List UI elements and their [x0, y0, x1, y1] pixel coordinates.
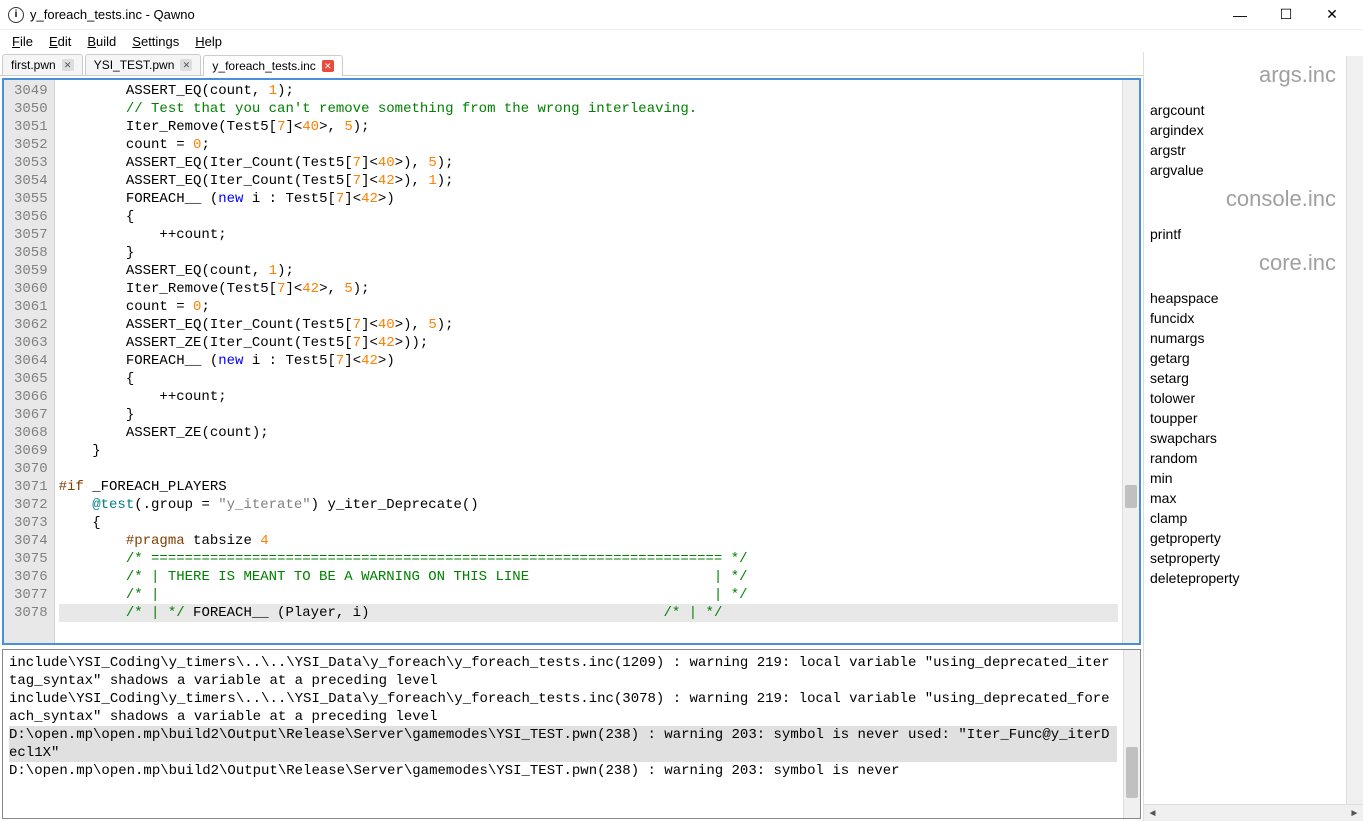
tab-close-icon[interactable]: ✕ [180, 59, 192, 71]
code-line[interactable] [59, 460, 1118, 478]
code-line[interactable]: ASSERT_EQ(Iter_Count(Test5[7]<40>), 5); [59, 316, 1118, 334]
sidebar-symbol[interactable]: max [1150, 488, 1346, 508]
menu-build[interactable]: Build [79, 32, 124, 51]
code-line[interactable]: ++count; [59, 226, 1118, 244]
menu-help[interactable]: Help [187, 32, 230, 51]
sidebar-symbol[interactable]: argstr [1150, 140, 1346, 160]
code-line[interactable]: ASSERT_EQ(Iter_Count(Test5[7]<42>), 1); [59, 172, 1118, 190]
code-line[interactable]: FOREACH__ (new i : Test5[7]<42>) [59, 352, 1118, 370]
code-line[interactable]: #pragma tabsize 4 [59, 532, 1118, 550]
line-number-gutter: 3049305030513052305330543055305630573058… [4, 80, 55, 643]
scroll-left-icon[interactable]: ◄ [1144, 805, 1161, 822]
code-line[interactable]: { [59, 208, 1118, 226]
tab[interactable]: YSI_TEST.pwn ✕ [85, 54, 202, 75]
code-line[interactable]: /* | */ FOREACH__ (Player, i) /* | */ [59, 604, 1118, 622]
titlebar: i y_foreach_tests.inc - Qawno ― ☐ ✕ [0, 0, 1363, 30]
sidebar-symbol[interactable]: min [1150, 468, 1346, 488]
app-icon: i [8, 7, 24, 23]
window-title: y_foreach_tests.inc - Qawno [30, 7, 195, 22]
code-line[interactable]: ASSERT_EQ(count, 1); [59, 82, 1118, 100]
editor-vscrollbar[interactable] [1122, 80, 1139, 643]
code-line[interactable]: ASSERT_EQ(Iter_Count(Test5[7]<40>), 5); [59, 154, 1118, 172]
code-line[interactable]: count = 0; [59, 136, 1118, 154]
sidebar-symbol[interactable]: clamp [1150, 508, 1346, 528]
code-line[interactable]: ASSERT_EQ(count, 1); [59, 262, 1118, 280]
output-line[interactable]: D:\open.mp\open.mp\build2\Output\Release… [9, 762, 1117, 780]
code-editor[interactable]: 3049305030513052305330543055305630573058… [2, 78, 1141, 645]
menu-settings[interactable]: Settings [124, 32, 187, 51]
sidebar-symbol[interactable]: argvalue [1150, 160, 1346, 180]
output-line[interactable]: D:\open.mp\open.mp\build2\Output\Release… [9, 726, 1117, 762]
sidebar-symbol[interactable]: random [1150, 448, 1346, 468]
tab-close-icon[interactable]: ✕ [322, 60, 334, 72]
sidebar-symbol[interactable]: numargs [1150, 328, 1346, 348]
code-line[interactable]: ++count; [59, 388, 1118, 406]
code-line[interactable]: Iter_Remove(Test5[7]<42>, 5); [59, 280, 1118, 298]
output-text[interactable]: include\YSI_Coding\y_timers\..\..\YSI_Da… [3, 650, 1123, 818]
tab-label: YSI_TEST.pwn [94, 58, 175, 72]
code-line[interactable]: // Test that you can't remove something … [59, 100, 1118, 118]
sidebar-symbol[interactable]: setarg [1150, 368, 1346, 388]
code-line[interactable]: { [59, 370, 1118, 388]
sidebar-symbol[interactable]: argindex [1150, 120, 1346, 140]
code-line[interactable]: #if _FOREACH_PLAYERS [59, 478, 1118, 496]
code-line[interactable]: } [59, 406, 1118, 424]
sidebar-hscrollbar[interactable]: ◄ ► [1144, 804, 1363, 821]
sidebar-symbol[interactable]: getproperty [1150, 528, 1346, 548]
code-line[interactable]: @test(.group = "y_iterate") y_iter_Depre… [59, 496, 1118, 514]
sidebar-symbol[interactable]: heapspace [1150, 288, 1346, 308]
close-button[interactable]: ✕ [1309, 0, 1355, 30]
code-line[interactable]: ASSERT_ZE(count); [59, 424, 1118, 442]
maximize-button[interactable]: ☐ [1263, 0, 1309, 30]
sidebar-symbol[interactable]: deleteproperty [1150, 568, 1346, 588]
code-line[interactable]: /* | THERE IS MEANT TO BE A WARNING ON T… [59, 568, 1118, 586]
code-line[interactable]: Iter_Remove(Test5[7]<40>, 5); [59, 118, 1118, 136]
code-line[interactable]: /* =====================================… [59, 550, 1118, 568]
sidebar-symbol[interactable]: getarg [1150, 348, 1346, 368]
output-panel: include\YSI_Coding\y_timers\..\..\YSI_Da… [2, 649, 1141, 819]
code-line[interactable]: count = 0; [59, 298, 1118, 316]
tab-label: y_foreach_tests.inc [212, 59, 315, 73]
sidebar-symbol[interactable]: funcidx [1150, 308, 1346, 328]
sidebar-symbol[interactable]: argcount [1150, 100, 1346, 120]
sidebar-symbol[interactable]: toupper [1150, 408, 1346, 428]
sidebar-section-header: console.inc [1150, 180, 1346, 224]
sidebar-symbol[interactable]: tolower [1150, 388, 1346, 408]
tab-close-icon[interactable]: ✕ [62, 59, 74, 71]
code-area[interactable]: ASSERT_EQ(count, 1); // Test that you ca… [55, 80, 1122, 643]
code-line[interactable]: FOREACH__ (new i : Test5[7]<42>) [59, 190, 1118, 208]
sidebar-symbol[interactable]: setproperty [1150, 548, 1346, 568]
sidebar-symbol[interactable]: printf [1150, 224, 1346, 244]
sidebar-section-header: args.inc [1150, 56, 1346, 100]
tab-label: first.pwn [11, 58, 56, 72]
menu-file[interactable]: File [4, 32, 41, 51]
window-controls: ― ☐ ✕ [1217, 0, 1355, 30]
tabbar: first.pwn✕YSI_TEST.pwn✕y_foreach_tests.i… [0, 52, 1143, 76]
tab[interactable]: y_foreach_tests.inc ✕ [203, 55, 342, 76]
code-line[interactable]: /* | | */ [59, 586, 1118, 604]
code-line[interactable]: ASSERT_ZE(Iter_Count(Test5[7]<42>)); [59, 334, 1118, 352]
code-line[interactable]: } [59, 442, 1118, 460]
menubar: File Edit Build Settings Help [0, 30, 1363, 52]
code-line[interactable]: } [59, 244, 1118, 262]
minimize-button[interactable]: ― [1217, 0, 1263, 30]
code-line[interactable]: { [59, 514, 1118, 532]
symbol-sidebar: args.incargcountargindexargstrargvalueco… [1143, 52, 1363, 821]
tab[interactable]: first.pwn ✕ [2, 54, 83, 75]
output-line[interactable]: include\YSI_Coding\y_timers\..\..\YSI_Da… [9, 690, 1117, 726]
sidebar-vscrollbar[interactable] [1346, 56, 1363, 804]
sidebar-symbol[interactable]: swapchars [1150, 428, 1346, 448]
output-vscrollbar[interactable] [1123, 650, 1140, 818]
sidebar-section-header: core.inc [1150, 244, 1346, 288]
scroll-right-icon[interactable]: ► [1346, 805, 1363, 822]
output-line[interactable]: include\YSI_Coding\y_timers\..\..\YSI_Da… [9, 654, 1117, 690]
menu-edit[interactable]: Edit [41, 32, 79, 51]
